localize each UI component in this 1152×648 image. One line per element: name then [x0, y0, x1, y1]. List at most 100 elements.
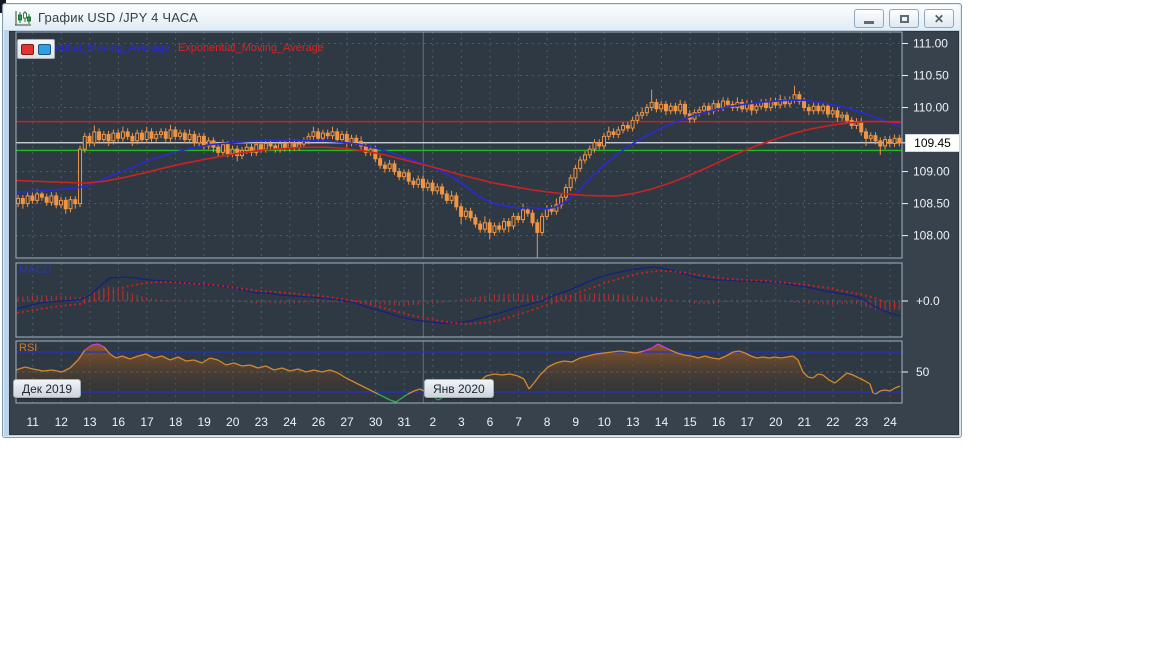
indicator-toolbar	[17, 39, 55, 59]
macd-signal-dot	[298, 293, 301, 296]
macd-signal-dot	[712, 276, 715, 279]
macd-signal-dot	[698, 274, 701, 277]
month-button-dec-2019[interactable]: Дек 2019	[13, 379, 82, 398]
macd-signal-dot	[531, 308, 534, 312]
x-axis-label: 20	[226, 415, 240, 429]
macd-signal-dot	[217, 284, 220, 287]
macd-panel-label: MACD	[19, 264, 52, 276]
x-axis-label: 16	[712, 415, 726, 429]
macd-signal-dot	[879, 298, 882, 302]
x-axis-label: 24	[883, 415, 897, 429]
macd-signal-dot	[69, 303, 72, 307]
macd-signal-dot	[369, 303, 372, 306]
macd-signal-dot	[474, 322, 477, 325]
macd-signal-dot	[512, 314, 515, 318]
chart-canvas[interactable]: 11 12 13 16 17 18 19 20 23 24 26 27 30 31 2 3 6 7 8 9 10 13 14…	[0, 0, 1152, 648]
macd-signal-dot	[169, 280, 172, 284]
macd-signal-dot	[240, 287, 244, 290]
macd-signal-dot	[645, 271, 648, 274]
macd-signal-dot	[74, 303, 77, 306]
x-axis-label: 26	[312, 415, 326, 429]
macd-signal-dot	[221, 284, 225, 288]
macd-signal-dot	[683, 271, 687, 274]
indicator-red-button[interactable]	[21, 43, 34, 55]
macd-signal-dot	[764, 279, 768, 282]
x-axis-label: 11	[26, 415, 39, 429]
x-axis-label: 13	[626, 415, 640, 429]
macd-signal-dot	[393, 309, 396, 312]
x-axis-label: 23	[855, 415, 869, 429]
macd-signal-dot	[245, 288, 248, 291]
macd-signal-dot	[193, 282, 196, 285]
macd-signal-dot	[555, 300, 558, 303]
rsi-panel-label: RSI	[19, 342, 38, 354]
macd-signal-dot	[636, 272, 639, 275]
macd-signal-dot	[726, 277, 729, 281]
macd-signal-dot	[183, 281, 186, 285]
macd-signal-dot	[469, 322, 472, 325]
macd-signal-dot	[364, 302, 367, 305]
x-axis-label: 7	[515, 415, 522, 429]
macd-signal-dot	[769, 280, 772, 283]
macd-signal-dot	[517, 313, 520, 316]
macd-signal-dot	[274, 290, 277, 294]
macd-signal-dot	[731, 278, 734, 281]
macd-signal-dot	[498, 318, 501, 322]
macd-signal-dot	[293, 292, 296, 295]
macd-signal-dot	[493, 320, 496, 323]
price-axis-label: 110.50	[913, 69, 949, 83]
macd-signal-dot	[836, 288, 839, 291]
month-button-jan-2020[interactable]: Янв 2020	[424, 379, 494, 398]
macd-signal-dot	[802, 283, 806, 286]
macd-signal-dot	[440, 320, 444, 323]
macd-signal-dot	[40, 307, 44, 310]
macd-signal-dot	[569, 294, 572, 298]
macd-signal-dot	[26, 309, 29, 313]
macd-signal-dot	[664, 269, 668, 273]
macd-signal-dot	[641, 271, 644, 275]
current-price-badge: 109.45	[905, 133, 960, 152]
macd-signal-dot	[631, 273, 634, 277]
macd-signal-dot	[188, 282, 191, 285]
macd-signal-dot	[893, 304, 896, 307]
macd-signal-dot	[421, 316, 425, 319]
macd-signal-dot	[869, 295, 872, 298]
price-axis-label: 108.50	[913, 197, 950, 211]
panels-layer	[16, 32, 902, 403]
x-axis-label: 2	[429, 415, 436, 429]
macd-signal-dot	[545, 303, 548, 306]
macd-signal-dot	[655, 270, 658, 273]
macd-signal-dot	[574, 292, 577, 296]
macd-signal-dot	[455, 322, 458, 325]
x-axis-label: 18	[169, 415, 183, 429]
macd-signal-dot	[231, 286, 234, 289]
macd-signal-dot	[321, 295, 325, 298]
x-axis-label: 19	[197, 415, 211, 429]
macd-signal-dot	[736, 278, 739, 281]
macd-signal-dot	[383, 307, 386, 310]
macd-signal-dot	[17, 311, 20, 314]
macd-signal-dot	[583, 289, 587, 292]
indicator-blue-button[interactable]	[38, 43, 51, 55]
macd-signal-dot	[202, 283, 205, 286]
macd-signal-dot	[841, 289, 844, 292]
macd-signal-dot	[822, 286, 825, 289]
price-axis-label: 108.00	[913, 229, 950, 243]
macd-signal-dot	[783, 281, 787, 284]
x-axis-label: 21	[798, 415, 812, 429]
macd-signal-dot	[198, 282, 201, 286]
macd-signal-dot	[164, 280, 167, 284]
macd-signal-dot	[560, 298, 563, 301]
x-axis-label: 30	[369, 415, 383, 429]
macd-signal-dot	[464, 322, 467, 325]
macd-signal-dot	[550, 302, 553, 305]
macd-signal-dot	[660, 269, 663, 273]
macd-signal-dot	[379, 305, 382, 309]
macd-signal-dot	[212, 283, 215, 286]
x-axis-label: 22	[826, 415, 840, 429]
x-axis-label: 27	[340, 415, 354, 429]
macd-signal-dot	[250, 288, 253, 291]
macd-signal-dot	[874, 297, 877, 300]
macd-signal-dot	[450, 321, 453, 324]
macd-signal-dot	[288, 291, 291, 295]
